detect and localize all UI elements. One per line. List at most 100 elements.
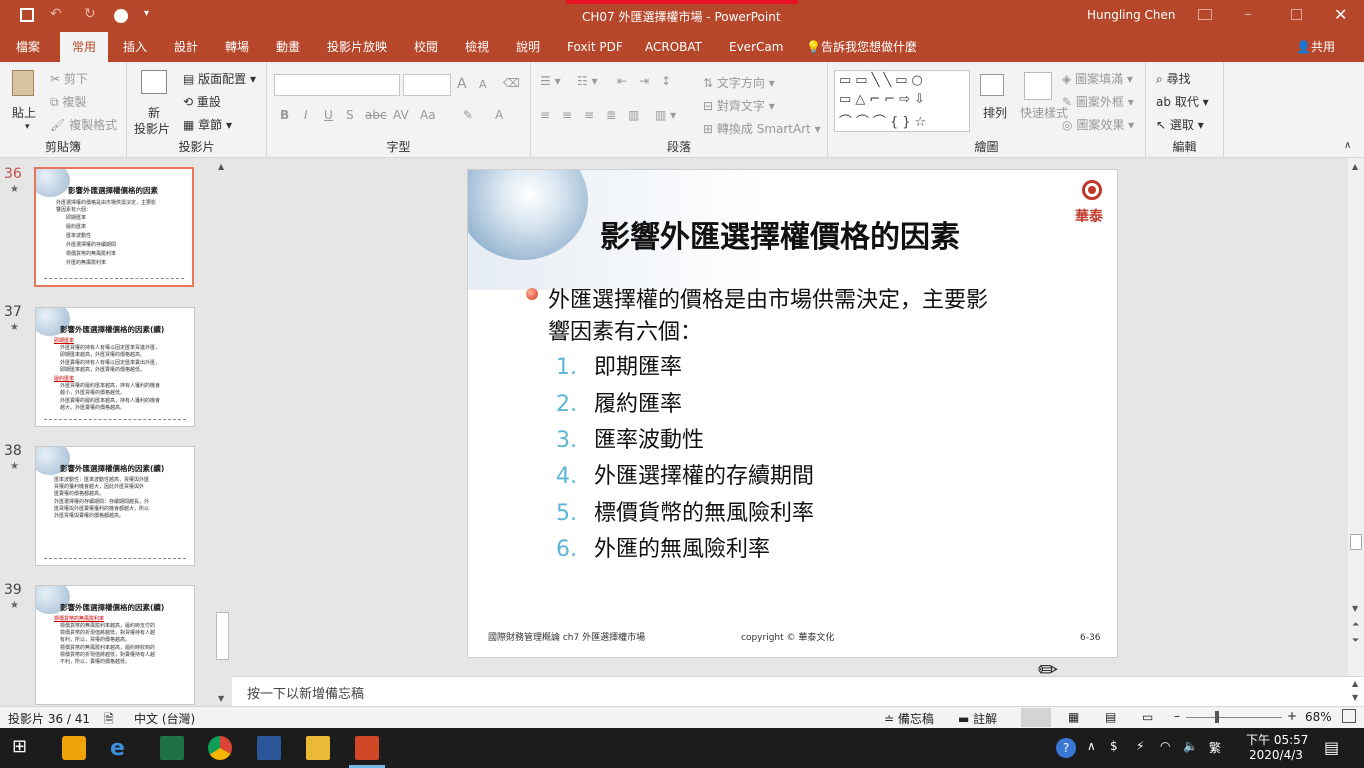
- thumbnail-scrollbar[interactable]: ▲ ▼: [215, 160, 230, 706]
- scroll-up-icon[interactable]: ▲: [1352, 679, 1358, 688]
- quick-styles-button[interactable]: 快速樣式: [1020, 104, 1068, 121]
- new-slide-button[interactable]: 新: [148, 104, 160, 121]
- edge-browser-icon[interactable]: e: [110, 736, 134, 761]
- format-painter-button[interactable]: 🖌 複製格式: [50, 116, 117, 133]
- select-button[interactable]: ↖ 選取 ▾: [1156, 116, 1204, 133]
- currency-icon[interactable]: $: [1110, 739, 1118, 753]
- font-name-input[interactable]: [274, 74, 400, 96]
- align-right-icon[interactable]: ≡: [584, 108, 594, 122]
- scroll-down-icon[interactable]: ▼: [1352, 604, 1358, 613]
- scroll-up-icon[interactable]: ▲: [1352, 162, 1358, 171]
- char-spacing-button[interactable]: AV: [393, 108, 409, 122]
- layout-button[interactable]: ▤ 版面配置 ▾: [183, 70, 256, 87]
- powerpoint-icon[interactable]: [355, 736, 379, 760]
- arrange-icon[interactable]: [980, 74, 1004, 96]
- ribbon-display-icon[interactable]: [1198, 9, 1212, 20]
- bullets-icon[interactable]: ☰ ▾: [540, 74, 561, 88]
- help-icon[interactable]: ?: [1056, 738, 1076, 758]
- clock-time[interactable]: 下午 05:57: [1246, 731, 1308, 748]
- tab-review[interactable]: 校閱: [414, 32, 438, 62]
- zoom-out-icon[interactable]: –: [1174, 709, 1180, 723]
- tab-transitions[interactable]: 轉場: [225, 32, 249, 62]
- highlight-button[interactable]: ✎: [463, 108, 473, 122]
- slide-title[interactable]: 影響外匯選擇權價格的因素: [600, 212, 960, 256]
- shadow-button[interactable]: S: [346, 108, 354, 122]
- slide-sorter-icon[interactable]: ▦: [1068, 710, 1079, 724]
- comments-button[interactable]: ▬ 註解: [958, 710, 997, 727]
- notes-placeholder[interactable]: 按一下以新增備忘稿: [247, 683, 364, 702]
- justify-icon[interactable]: ≣: [606, 108, 616, 122]
- user-name[interactable]: Hungling Chen: [1087, 8, 1176, 22]
- strikethrough-button[interactable]: abc: [365, 108, 387, 122]
- replace-button[interactable]: ab 取代 ▾: [1156, 93, 1209, 110]
- share-button[interactable]: 👤共用: [1296, 32, 1335, 62]
- windows-start-icon[interactable]: ⊞: [12, 736, 36, 760]
- collapse-ribbon-icon[interactable]: ∧: [1344, 140, 1351, 151]
- footer-center[interactable]: copyright © 華泰文化: [741, 630, 834, 643]
- excel-icon[interactable]: [160, 736, 184, 760]
- undo-icon[interactable]: ↶: [50, 6, 62, 22]
- zoom-slider[interactable]: [1186, 717, 1282, 718]
- touch-mode-icon[interactable]: [114, 9, 128, 23]
- quick-styles-icon[interactable]: [1024, 72, 1052, 100]
- shrink-font-button[interactable]: A: [479, 78, 487, 91]
- volume-icon[interactable]: 🔈: [1183, 739, 1198, 753]
- notes-button[interactable]: ≐ 備忘稿: [884, 710, 934, 727]
- tray-chevron-icon[interactable]: ∧: [1087, 739, 1096, 753]
- store-icon[interactable]: [62, 736, 86, 760]
- paste-dropdown-icon[interactable]: ▾: [25, 122, 30, 132]
- network-icon[interactable]: ⚡: [1136, 739, 1144, 753]
- reset-button[interactable]: ⟲ 重設: [183, 93, 221, 110]
- new-slide-icon[interactable]: [141, 70, 167, 94]
- scroll-thumb[interactable]: [216, 612, 229, 660]
- arrange-button[interactable]: 排列: [983, 104, 1007, 121]
- list-item[interactable]: 5. 標價貨幣的無風險利率: [556, 495, 814, 527]
- tab-file[interactable]: 檔案: [16, 32, 40, 62]
- font-size-input[interactable]: [403, 74, 451, 96]
- grow-font-button[interactable]: A: [457, 76, 467, 92]
- ime-indicator[interactable]: 繁: [1209, 739, 1221, 756]
- new-slide-label[interactable]: 投影片: [134, 120, 170, 137]
- wifi-icon[interactable]: ◠: [1160, 739, 1170, 753]
- tab-evercam[interactable]: EverCam: [729, 32, 783, 62]
- customize-qat-icon[interactable]: ▾: [144, 8, 149, 19]
- tab-acrobat[interactable]: ACROBAT: [645, 32, 702, 62]
- zoom-slider-thumb[interactable]: [1215, 711, 1219, 723]
- file-explorer-icon[interactable]: [306, 736, 330, 760]
- section-button[interactable]: ▦ 章節 ▾: [183, 116, 232, 133]
- scroll-thumb[interactable]: [1350, 534, 1362, 550]
- bullet-text-line-2[interactable]: 響因素有六個：: [548, 314, 702, 346]
- scroll-down-icon[interactable]: ▼: [1352, 693, 1358, 702]
- restore-icon[interactable]: [1291, 9, 1302, 20]
- copy-button[interactable]: ⧉ 複製: [50, 93, 86, 110]
- distribute-icon[interactable]: ▥: [628, 108, 639, 122]
- shape-effects-button[interactable]: ◎ 圖案效果 ▾: [1062, 116, 1134, 133]
- scroll-down-icon[interactable]: ▼: [218, 694, 224, 703]
- canvas-scrollbar[interactable]: ▲ ▼ ⏶ ⏷: [1348, 158, 1364, 676]
- paste-icon[interactable]: [12, 70, 34, 96]
- increase-indent-icon[interactable]: ⇥: [639, 74, 649, 88]
- clock-date[interactable]: 2020/4/3: [1249, 748, 1303, 762]
- reading-view-icon[interactable]: ▤: [1105, 710, 1116, 724]
- slide-thumbnail-38[interactable]: 影響外匯選擇權價格的因素(續) 匯率波動性：匯率波動性越高，買權與外匯 買權的獲…: [35, 446, 195, 566]
- underline-button[interactable]: U: [324, 108, 333, 122]
- footer-left[interactable]: 國際財務管理概論 ch7 外匯選擇權市場: [488, 630, 645, 643]
- close-icon[interactable]: ✕: [1334, 5, 1347, 24]
- paste-button[interactable]: 貼上: [12, 104, 36, 121]
- font-color-button[interactable]: A: [495, 108, 503, 122]
- shape-outline-button[interactable]: ✎ 圖案外框 ▾: [1062, 93, 1134, 110]
- shapes-gallery[interactable]: ▭▭╲╲▭○ ▭△⌐⌐⇨⇩ ⌒⌒⌒{}☆: [834, 70, 970, 132]
- align-text-button[interactable]: ⊟ 對齊文字 ▾: [703, 97, 775, 114]
- tab-insert[interactable]: 插入: [123, 32, 147, 62]
- zoom-level[interactable]: 68%: [1305, 710, 1332, 724]
- chrome-icon[interactable]: [208, 736, 232, 760]
- smartart-button[interactable]: ⊞ 轉換成 SmartArt ▾: [703, 120, 821, 137]
- slide-number[interactable]: 6-36: [1080, 633, 1100, 643]
- columns-icon[interactable]: ▥ ▾: [655, 108, 676, 122]
- tab-design[interactable]: 設計: [174, 32, 198, 62]
- tab-foxit[interactable]: Foxit PDF: [567, 32, 623, 62]
- next-slide-icon[interactable]: ⏷: [1352, 636, 1359, 646]
- tab-slideshow[interactable]: 投影片放映: [327, 32, 387, 62]
- slide-thumbnail-36[interactable]: 影響外匯選擇權價格的因素 外匯選擇權的價格是由市場供需決定，主要影 響因素有六個…: [34, 167, 194, 287]
- align-left-icon[interactable]: ≡: [540, 108, 550, 122]
